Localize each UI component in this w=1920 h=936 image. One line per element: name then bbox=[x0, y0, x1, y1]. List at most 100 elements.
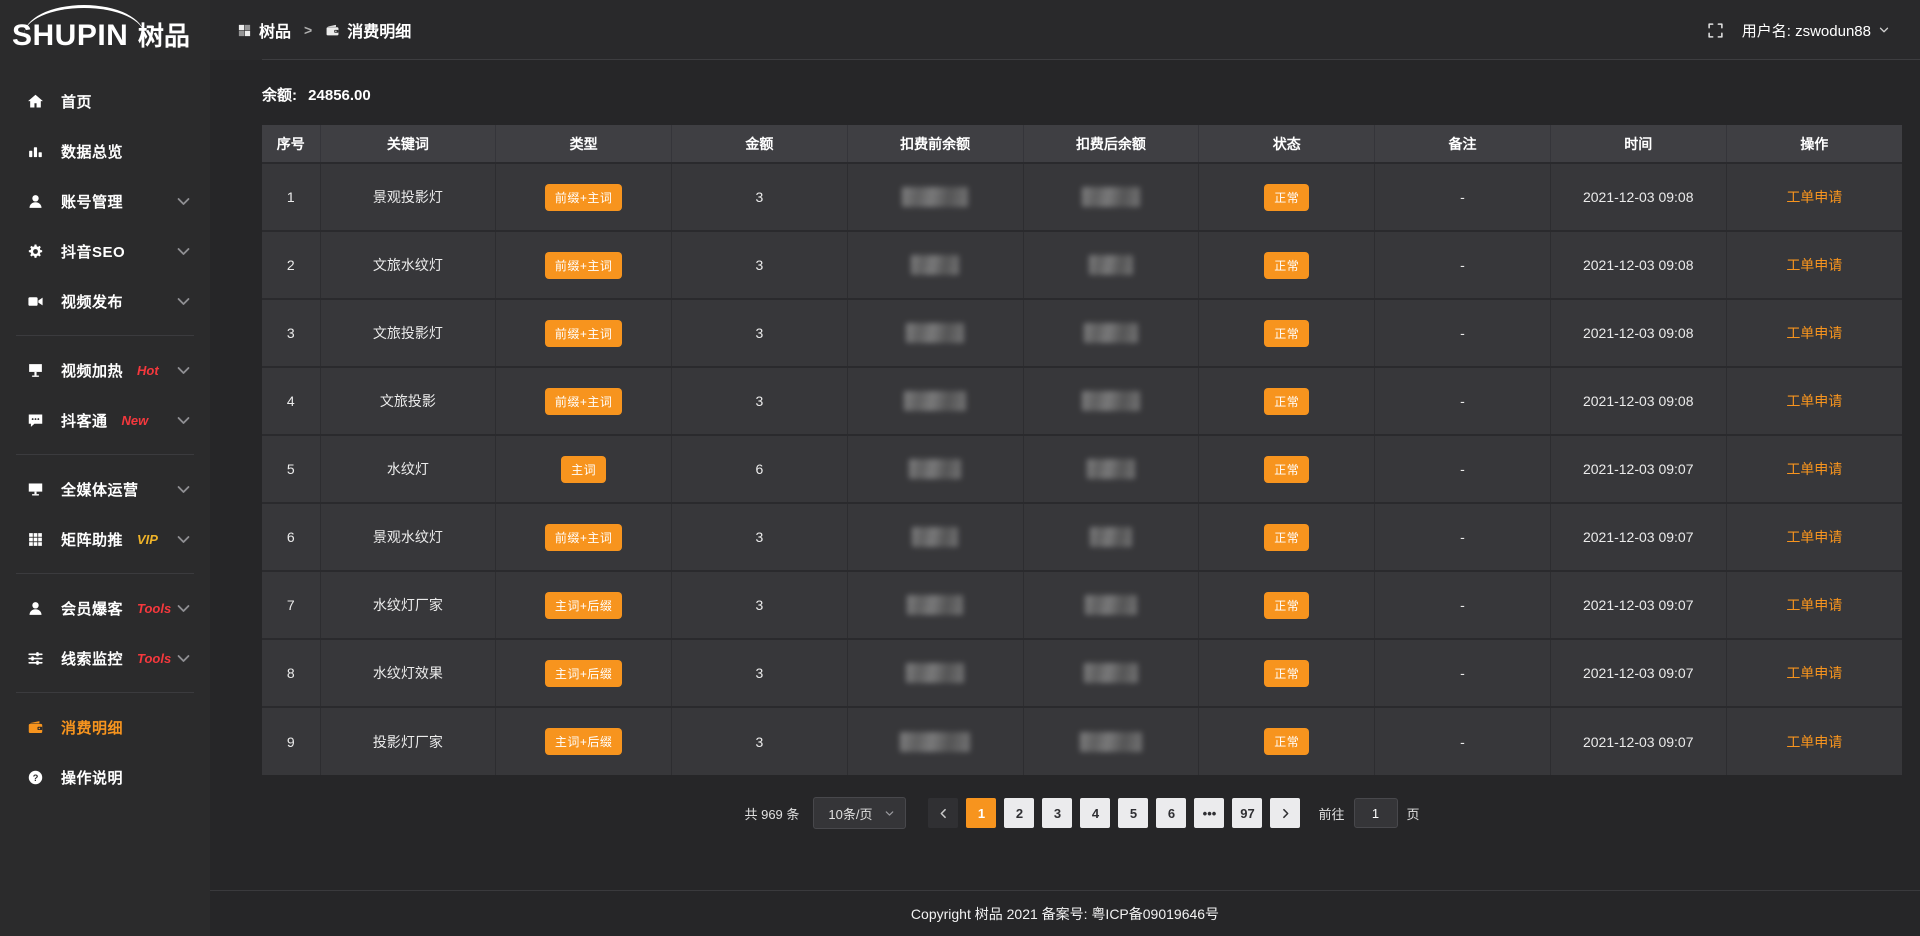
work-order-link[interactable]: 工单申请 bbox=[1786, 665, 1842, 681]
page-button-1[interactable]: 1 bbox=[966, 798, 996, 828]
balance-after-cell bbox=[1023, 503, 1199, 571]
work-order-link[interactable]: 工单申请 bbox=[1786, 597, 1842, 613]
type-badge: 主词+后缀 bbox=[545, 728, 623, 755]
sidebar-item-10[interactable]: 矩阵助推VIP bbox=[0, 514, 210, 564]
work-order-link[interactable]: 工单申请 bbox=[1786, 393, 1842, 409]
keyword-cell: 水纹灯效果 bbox=[320, 639, 496, 707]
work-order-link[interactable]: 工单申请 bbox=[1786, 325, 1842, 341]
page-button-6[interactable]: 6 bbox=[1156, 798, 1186, 828]
page-ellipsis[interactable]: ••• bbox=[1194, 798, 1224, 828]
chevron-left-icon bbox=[937, 807, 950, 820]
sidebar-item-0[interactable]: 首页 bbox=[0, 76, 210, 126]
masked-value bbox=[907, 595, 963, 615]
sidebar-item-15[interactable]: 消费明细 bbox=[0, 702, 210, 752]
sidebar-item-label: 抖音SEO bbox=[61, 241, 125, 262]
column-header-9: 操作 bbox=[1726, 125, 1902, 163]
amount-cell: 3 bbox=[672, 299, 848, 367]
table-row: 7水纹灯厂家主词+后缀3正常-2021-12-03 09:07工单申请 bbox=[262, 571, 1902, 639]
page-button-2[interactable]: 2 bbox=[1004, 798, 1034, 828]
page-button-4[interactable]: 4 bbox=[1080, 798, 1110, 828]
type-badge: 前缀+主词 bbox=[545, 252, 623, 279]
sidebar-item-16[interactable]: ?操作说明 bbox=[0, 752, 210, 802]
balance-value: 24856.00 bbox=[308, 87, 371, 104]
goto-page-input[interactable] bbox=[1354, 798, 1398, 828]
sidebar-item-1[interactable]: 数据总览 bbox=[0, 126, 210, 176]
content: 余额: 24856.00 序号关键词类型金额扣费前余额扣费后余额状态备注时间操作… bbox=[210, 60, 1920, 890]
page-size-label: 10条/页 bbox=[828, 804, 872, 823]
logo: SHUPIN 树品 bbox=[0, 0, 210, 60]
logo-arc-decoration bbox=[24, 5, 144, 35]
sidebar-item-13[interactable]: 线索监控Tools bbox=[0, 633, 210, 683]
sidebar-item-tag: Tools bbox=[137, 651, 171, 666]
sidebar-item-4[interactable]: 视频发布 bbox=[0, 276, 210, 326]
work-order-link[interactable]: 工单申请 bbox=[1786, 257, 1842, 273]
balance-after-cell bbox=[1023, 435, 1199, 503]
breadcrumb-home[interactable]: 树品 bbox=[237, 18, 291, 42]
type-cell: 前缀+主词 bbox=[496, 231, 672, 299]
sidebar-item-6[interactable]: 视频加热Hot bbox=[0, 345, 210, 395]
masked-value bbox=[904, 391, 966, 411]
keyword-cell: 投影灯厂家 bbox=[320, 707, 496, 775]
table-row: 3文旅投影灯前缀+主词3正常-2021-12-03 09:08工单申请 bbox=[262, 299, 1902, 367]
action-cell: 工单申请 bbox=[1726, 299, 1902, 367]
page-button-3[interactable]: 3 bbox=[1042, 798, 1072, 828]
page-button-97[interactable]: 97 bbox=[1232, 798, 1262, 828]
breadcrumb-current[interactable]: 消费明细 bbox=[325, 18, 411, 42]
amount-cell: 3 bbox=[672, 639, 848, 707]
work-order-link[interactable]: 工单申请 bbox=[1786, 529, 1842, 545]
balance-label: 余额: bbox=[262, 87, 297, 104]
home-icon bbox=[27, 93, 44, 110]
next-page-button[interactable] bbox=[1270, 798, 1300, 828]
serial-cell: 3 bbox=[262, 299, 320, 367]
masked-value bbox=[906, 663, 964, 683]
balance-before-cell bbox=[847, 299, 1023, 367]
sidebar-item-7[interactable]: 抖客通New bbox=[0, 395, 210, 445]
status-badge: 正常 bbox=[1264, 184, 1309, 211]
video-camera-icon bbox=[27, 293, 44, 310]
footer: Copyright 树品 2021 备案号: 粤ICP备09019646号 bbox=[210, 890, 1920, 936]
prev-page-button[interactable] bbox=[928, 798, 958, 828]
status-cell: 正常 bbox=[1199, 435, 1375, 503]
sidebar-divider bbox=[16, 692, 194, 693]
work-order-link[interactable]: 工单申请 bbox=[1786, 189, 1842, 205]
status-cell: 正常 bbox=[1199, 503, 1375, 571]
masked-value bbox=[909, 459, 961, 479]
column-header-1: 关键词 bbox=[320, 125, 496, 163]
masked-value bbox=[900, 732, 970, 752]
sidebar-item-9[interactable]: 全媒体运营 bbox=[0, 464, 210, 514]
time-cell: 2021-12-03 09:08 bbox=[1550, 299, 1726, 367]
fullscreen-icon[interactable] bbox=[1707, 22, 1724, 39]
table-row: 6景观水纹灯前缀+主词3正常-2021-12-03 09:07工单申请 bbox=[262, 503, 1902, 571]
keyword-cell: 水纹灯厂家 bbox=[320, 571, 496, 639]
serial-cell: 6 bbox=[262, 503, 320, 571]
sliders-icon bbox=[27, 650, 44, 667]
time-cell: 2021-12-03 09:07 bbox=[1550, 503, 1726, 571]
amount-cell: 3 bbox=[672, 503, 848, 571]
user-menu[interactable]: 用户名: zswodun88 bbox=[1742, 20, 1890, 41]
page-button-5[interactable]: 5 bbox=[1118, 798, 1148, 828]
sidebar-item-2[interactable]: 账号管理 bbox=[0, 176, 210, 226]
gear-icon bbox=[27, 243, 44, 260]
table-header-row: 序号关键词类型金额扣费前余额扣费后余额状态备注时间操作 bbox=[262, 125, 1902, 163]
balance-before-cell bbox=[847, 231, 1023, 299]
remark-cell: - bbox=[1375, 299, 1551, 367]
balance-after-cell bbox=[1023, 707, 1199, 775]
amount-cell: 6 bbox=[672, 435, 848, 503]
type-badge: 主词+后缀 bbox=[545, 592, 623, 619]
status-badge: 正常 bbox=[1264, 388, 1309, 415]
chevron-down-icon bbox=[884, 808, 895, 819]
work-order-link[interactable]: 工单申请 bbox=[1786, 734, 1842, 750]
work-order-link[interactable]: 工单申请 bbox=[1786, 461, 1842, 477]
remark-cell: - bbox=[1375, 435, 1551, 503]
page-size-select[interactable]: 10条/页 bbox=[813, 797, 906, 829]
sidebar-item-3[interactable]: 抖音SEO bbox=[0, 226, 210, 276]
masked-value bbox=[902, 187, 968, 207]
goto-unit: 页 bbox=[1407, 804, 1420, 823]
chevron-down-icon bbox=[175, 412, 192, 429]
type-cell: 主词+后缀 bbox=[496, 571, 672, 639]
sidebar-item-12[interactable]: 会员爆客Tools bbox=[0, 583, 210, 633]
chevron-down-icon bbox=[175, 481, 192, 498]
remark-cell: - bbox=[1375, 707, 1551, 775]
sidebar-item-tag: VIP bbox=[137, 532, 158, 547]
sidebar-nav: 首页数据总览账号管理抖音SEO 视频发布视频加热Hot抖客通New 全媒体运营矩阵助… bbox=[0, 60, 210, 802]
